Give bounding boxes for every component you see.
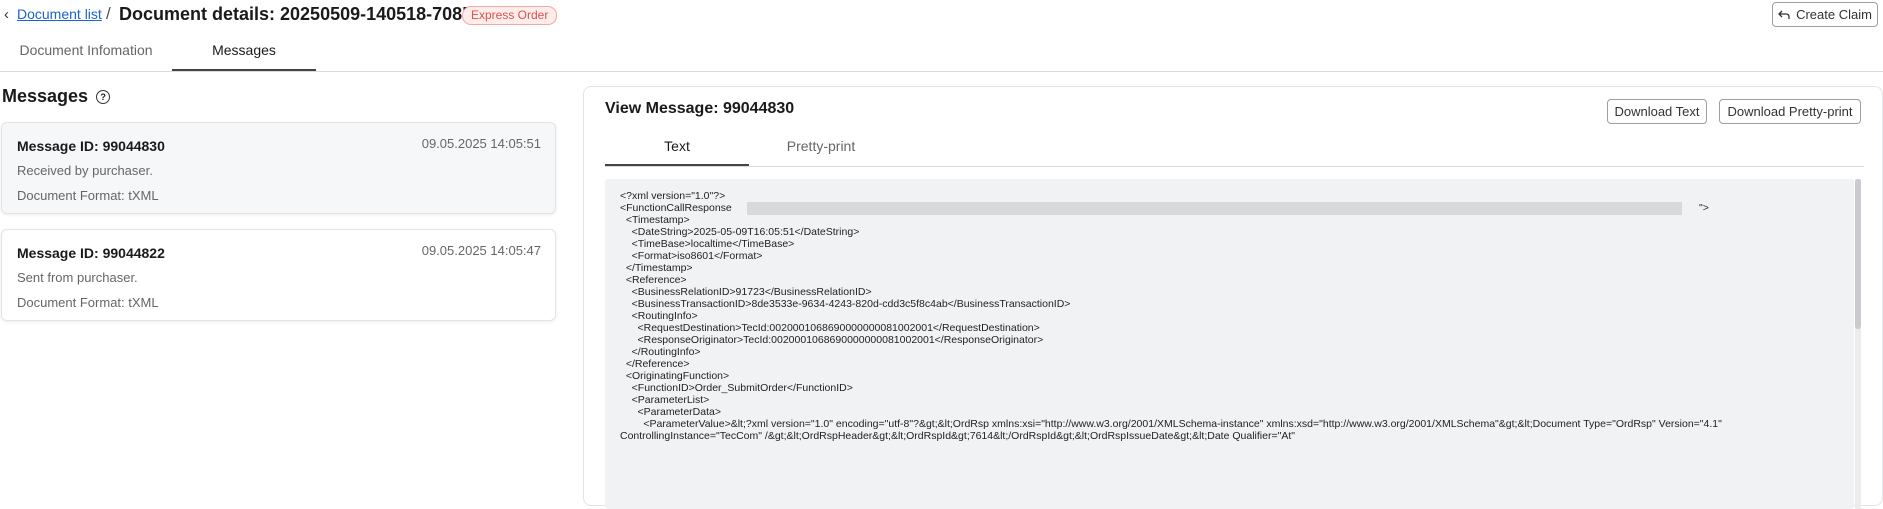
message-status: Received by purchaser.	[17, 163, 153, 178]
message-status: Sent from purchaser.	[17, 270, 138, 285]
code-line: <OriginatingFunction>	[620, 370, 730, 382]
tab-document-information[interactable]: Document Infomation	[0, 30, 172, 70]
message-card-99044830[interactable]: Message ID: 99044830 09.05.2025 14:05:51…	[1, 122, 556, 214]
code-line: <FunctionCallResponse	[620, 202, 732, 214]
tab-messages[interactable]: Messages	[172, 30, 316, 71]
code-line: <BusinessRelationID>91723</BusinessRelat…	[620, 286, 872, 298]
code-line: <RequestDestination>TecId:00200010686900…	[620, 322, 1040, 334]
code-line: <ParameterData>	[620, 406, 721, 418]
viewer-tabs: Text Pretty-print	[605, 127, 1864, 167]
vertical-scrollbar[interactable]	[1855, 179, 1861, 509]
code-line: ControllingInstance="TecCom" /&gt;&lt;Or…	[620, 430, 1295, 442]
message-viewer-panel: View Message: 99044830 Download Text Dow…	[583, 86, 1883, 509]
scrollbar-thumb[interactable]	[1855, 179, 1861, 329]
message-format: Document Format: tXML	[17, 188, 159, 203]
help-icon[interactable]: ?	[96, 89, 111, 104]
messages-heading-label: Messages	[2, 86, 89, 106]
tab-pretty-print[interactable]: Pretty-print	[749, 127, 893, 165]
page-header: ‹ Document list / Document details: 2025…	[0, 0, 1883, 30]
code-line: <Reference>	[620, 274, 687, 286]
code-line: </Reference>	[620, 358, 690, 370]
code-line: <ResponseOriginator>TecId:00200010686900…	[620, 334, 1044, 346]
code-line: <Format>iso8601</Format>	[620, 250, 763, 262]
code-line: <?xml version="1.0"?>	[620, 190, 726, 202]
code-line: <ParameterValue>&lt;?xml version="1.0" e…	[620, 418, 1722, 430]
message-id: Message ID: 99044822	[17, 245, 165, 261]
create-claim-label: Create Claim	[1796, 7, 1872, 22]
code-line: <ParameterList>	[620, 394, 710, 406]
code-line: <FunctionID>Order_SubmitOrder</FunctionI…	[620, 382, 853, 394]
breadcrumb-separator: /	[106, 4, 111, 23]
code-line: <DateString>2025-05-09T16:05:51</DateStr…	[620, 226, 860, 238]
message-timestamp: 09.05.2025 14:05:51	[421, 136, 541, 151]
code-line: <TimeBase>localtime</TimeBase>	[620, 238, 795, 250]
tab-text[interactable]: Text	[605, 127, 749, 166]
redacted-block	[747, 202, 1682, 215]
message-card-99044822[interactable]: Message ID: 99044822 09.05.2025 14:05:47…	[1, 229, 556, 321]
code-line: <RoutingInfo>	[620, 310, 698, 322]
breadcrumb-document-list-link[interactable]: Document list	[17, 6, 102, 22]
page-title: Document details: 20250509-140518-708M	[119, 4, 478, 24]
code-line: </RoutingInfo>	[620, 346, 701, 358]
code-line-tail: ">	[1699, 202, 1709, 214]
create-claim-button[interactable]: Create Claim	[1772, 2, 1878, 27]
message-id: Message ID: 99044830	[17, 138, 165, 154]
download-text-button[interactable]: Download Text	[1607, 99, 1707, 124]
messages-heading: Messages ?	[2, 86, 111, 107]
message-text-content[interactable]: "> <?xml version="1.0"?> <FunctionCallRe…	[605, 179, 1854, 509]
chevron-left-icon[interactable]: ‹	[4, 6, 9, 23]
reply-arrow-icon	[1778, 10, 1790, 19]
code-line: </Timestamp>	[620, 262, 693, 274]
status-badge: Express Order	[462, 6, 558, 25]
message-format: Document Format: tXML	[17, 295, 159, 310]
download-pretty-print-button[interactable]: Download Pretty-print	[1719, 99, 1861, 124]
message-timestamp: 09.05.2025 14:05:47	[421, 243, 541, 258]
document-tabs: Document Infomation Messages	[0, 30, 1883, 72]
viewer-title: View Message: 99044830	[605, 100, 795, 117]
code-line: <BusinessTransactionID>8de3533e-9634-424…	[620, 298, 1071, 310]
code-line: <Timestamp>	[620, 214, 690, 226]
